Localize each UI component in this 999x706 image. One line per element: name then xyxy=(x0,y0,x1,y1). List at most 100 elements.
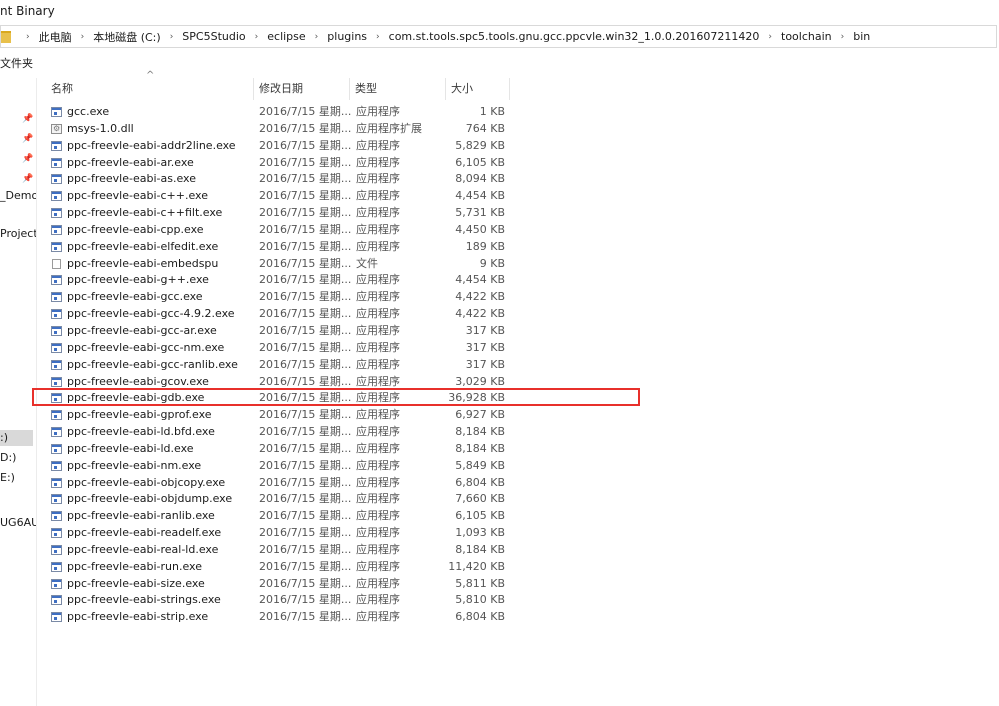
file-row[interactable]: ppc-freevle-eabi-strip.exe 2016/7/15 星期..… xyxy=(46,609,516,626)
file-size: 5,811 KB xyxy=(455,576,505,590)
address-bar[interactable]: › 此电脑 › 本地磁盘 (C:) › SPC5Studio › eclipse… xyxy=(0,25,997,48)
file-size: 5,849 KB xyxy=(455,458,505,472)
chevron-right-icon[interactable]: › xyxy=(841,32,845,42)
file-type: 应用程序 xyxy=(356,172,400,186)
column-header-size[interactable]: 大小 xyxy=(446,78,510,100)
file-row[interactable]: ppc-freevle-eabi-size.exe 2016/7/15 星期...… xyxy=(46,576,516,593)
file-row[interactable]: ppc-freevle-eabi-ld.exe 2016/7/15 星期... 应用… xyxy=(46,441,516,458)
file-date: 2016/7/15 星期... xyxy=(259,340,352,354)
file-size: 4,422 KB xyxy=(455,290,505,304)
exe-file-icon xyxy=(51,410,62,421)
chevron-right-icon[interactable]: › xyxy=(315,32,319,42)
column-header-date[interactable]: 修改日期 xyxy=(254,78,350,100)
file-row[interactable]: ppc-freevle-eabi-gcc.exe 2016/7/15 星期... 应… xyxy=(46,289,516,306)
file-name: ppc-freevle-eabi-ld.bfd.exe xyxy=(67,425,215,439)
breadcrumb-plugins[interactable]: plugins xyxy=(327,30,367,43)
breadcrumb-bin[interactable]: bin xyxy=(853,30,870,43)
file-type: 应用程序 xyxy=(356,509,400,523)
column-header-type[interactable]: 类型 xyxy=(350,78,446,100)
file-name: ppc-freevle-eabi-gprof.exe xyxy=(67,408,212,422)
chevron-right-icon[interactable]: › xyxy=(768,32,772,42)
file-row[interactable]: ppc-freevle-eabi-gprof.exe 2016/7/15 星期..… xyxy=(46,407,516,424)
exe-file-icon xyxy=(51,140,62,151)
file-row[interactable]: ppc-freevle-eabi-gcc-nm.exe 2016/7/15 星期.… xyxy=(46,340,516,357)
file-row[interactable]: ppc-freevle-eabi-run.exe 2016/7/15 星期... 应… xyxy=(46,559,516,576)
new-folder-button[interactable]: 文件夹 xyxy=(0,57,33,70)
file-row[interactable]: gcc.exe 2016/7/15 星期... 应用程序 1 KB xyxy=(46,104,516,121)
file-row[interactable]: ppc-freevle-eabi-ranlib.exe 2016/7/15 星期.… xyxy=(46,508,516,525)
nav-item-drive-c[interactable]: :) xyxy=(0,430,33,446)
file-name: ppc-freevle-eabi-gcc.exe xyxy=(67,290,203,304)
file-row[interactable]: ppc-freevle-eabi-objdump.exe 2016/7/15 星期… xyxy=(46,491,516,508)
chevron-right-icon[interactable]: › xyxy=(255,32,259,42)
pin-icon: 📌 xyxy=(22,134,34,144)
file-row[interactable]: ppc-freevle-eabi-objcopy.exe 2016/7/15 星期… xyxy=(46,475,516,492)
pin-icon: 📌 xyxy=(22,114,34,124)
file-row[interactable]: ppc-freevle-eabi-embedspu 2016/7/15 星期...… xyxy=(46,256,516,273)
file-row[interactable]: ppc-freevle-eabi-strings.exe 2016/7/15 星期… xyxy=(46,592,516,609)
file-date: 2016/7/15 星期... xyxy=(259,307,352,321)
breadcrumb-this-pc[interactable]: 此电脑 xyxy=(39,29,72,45)
exe-file-icon xyxy=(51,376,62,387)
file-row[interactable]: ppc-freevle-eabi-cpp.exe 2016/7/15 星期... 应… xyxy=(46,222,516,239)
column-header-name[interactable]: 名称 xyxy=(46,78,254,100)
file-type: 应用程序 xyxy=(356,189,400,203)
file-row[interactable]: msys-1.0.dll 2016/7/15 星期... 应用程序扩展 764 KB xyxy=(46,121,516,138)
chevron-right-icon[interactable]: › xyxy=(376,32,380,42)
file-row[interactable]: ppc-freevle-eabi-real-ld.exe 2016/7/15 星期… xyxy=(46,542,516,559)
file-type: 应用程序 xyxy=(356,391,400,405)
file-name: ppc-freevle-eabi-objdump.exe xyxy=(67,492,233,506)
nav-item-usb[interactable]: UG6AU xyxy=(0,515,36,531)
breadcrumb-eclipse[interactable]: eclipse xyxy=(267,30,305,43)
exe-file-icon xyxy=(51,325,62,336)
dll-file-icon xyxy=(51,121,62,138)
breadcrumb-local-disk[interactable]: 本地磁盘 (C:) xyxy=(93,29,160,45)
file-row[interactable]: ppc-freevle-eabi-ar.exe 2016/7/15 星期... 应用… xyxy=(46,155,516,172)
nav-item-drive-d[interactable]: D:) xyxy=(0,450,16,466)
nav-item-drive-e[interactable]: E:) xyxy=(0,470,15,486)
pin-icon: 📌 xyxy=(22,174,34,184)
file-type: 应用程序 xyxy=(356,323,400,337)
file-row[interactable]: ppc-freevle-eabi-c++filt.exe 2016/7/15 星期… xyxy=(46,205,516,222)
file-name: ppc-freevle-eabi-readelf.exe xyxy=(67,526,222,540)
file-type: 应用程序 xyxy=(356,239,400,253)
file-row[interactable]: ppc-freevle-eabi-c++.exe 2016/7/15 星期... 应… xyxy=(46,188,516,205)
chevron-right-icon[interactable]: › xyxy=(26,32,30,42)
chevron-right-icon[interactable]: › xyxy=(81,32,85,42)
file-row[interactable]: ppc-freevle-eabi-g++.exe 2016/7/15 星期... 应… xyxy=(46,272,516,289)
file-size: 5,810 KB xyxy=(455,593,505,607)
file-row[interactable]: ppc-freevle-eabi-as.exe 2016/7/15 星期... 应用… xyxy=(46,171,516,188)
file-row[interactable]: ppc-freevle-eabi-gcc-4.9.2.exe 2016/7/15 … xyxy=(46,306,516,323)
file-date: 2016/7/15 星期... xyxy=(259,542,352,556)
file-row[interactable]: ppc-freevle-eabi-gdb.exe 2016/7/15 星期... 应… xyxy=(46,390,516,407)
file-row[interactable]: ppc-freevle-eabi-addr2line.exe 2016/7/15 … xyxy=(46,138,516,155)
file-date: 2016/7/15 星期... xyxy=(259,273,352,287)
file-date: 2016/7/15 星期... xyxy=(259,239,352,253)
file-row[interactable]: ppc-freevle-eabi-gcc-ranlib.exe 2016/7/15… xyxy=(46,357,516,374)
exe-file-icon xyxy=(51,427,62,438)
chevron-right-icon[interactable]: › xyxy=(170,32,174,42)
breadcrumb-plugin-folder[interactable]: com.st.tools.spc5.tools.gnu.gcc.ppcvle.w… xyxy=(389,30,760,43)
file-type: 应用程序 xyxy=(356,425,400,439)
file-size: 4,450 KB xyxy=(455,222,505,236)
file-row[interactable]: ppc-freevle-eabi-elfedit.exe 2016/7/15 星期… xyxy=(46,239,516,256)
file-date: 2016/7/15 星期... xyxy=(259,206,352,220)
file-row[interactable]: ppc-freevle-eabi-nm.exe 2016/7/15 星期... 应用… xyxy=(46,458,516,475)
exe-file-icon xyxy=(51,393,62,404)
file-row[interactable]: ppc-freevle-eabi-ld.bfd.exe 2016/7/15 星期.… xyxy=(46,424,516,441)
generic-file-icon xyxy=(52,258,61,269)
folder-icon xyxy=(1,30,11,43)
exe-file-icon xyxy=(51,544,62,555)
nav-item-demo[interactable]: _Demo xyxy=(0,188,36,204)
file-row[interactable]: ppc-freevle-eabi-gcc-ar.exe 2016/7/15 星期.… xyxy=(46,323,516,340)
nav-item-project[interactable]: Project xyxy=(0,226,36,242)
breadcrumb-toolchain[interactable]: toolchain xyxy=(781,30,832,43)
breadcrumb-spc5studio[interactable]: SPC5Studio xyxy=(182,30,245,43)
file-date: 2016/7/15 星期... xyxy=(259,475,352,489)
file-size: 5,829 KB xyxy=(455,138,505,152)
file-row[interactable]: ppc-freevle-eabi-readelf.exe 2016/7/15 星期… xyxy=(46,525,516,542)
file-row[interactable]: ppc-freevle-eabi-gcov.exe 2016/7/15 星期...… xyxy=(46,374,516,391)
file-date: 2016/7/15 星期... xyxy=(259,222,352,236)
file-date: 2016/7/15 星期... xyxy=(259,576,352,590)
file-date: 2016/7/15 星期... xyxy=(259,391,352,405)
